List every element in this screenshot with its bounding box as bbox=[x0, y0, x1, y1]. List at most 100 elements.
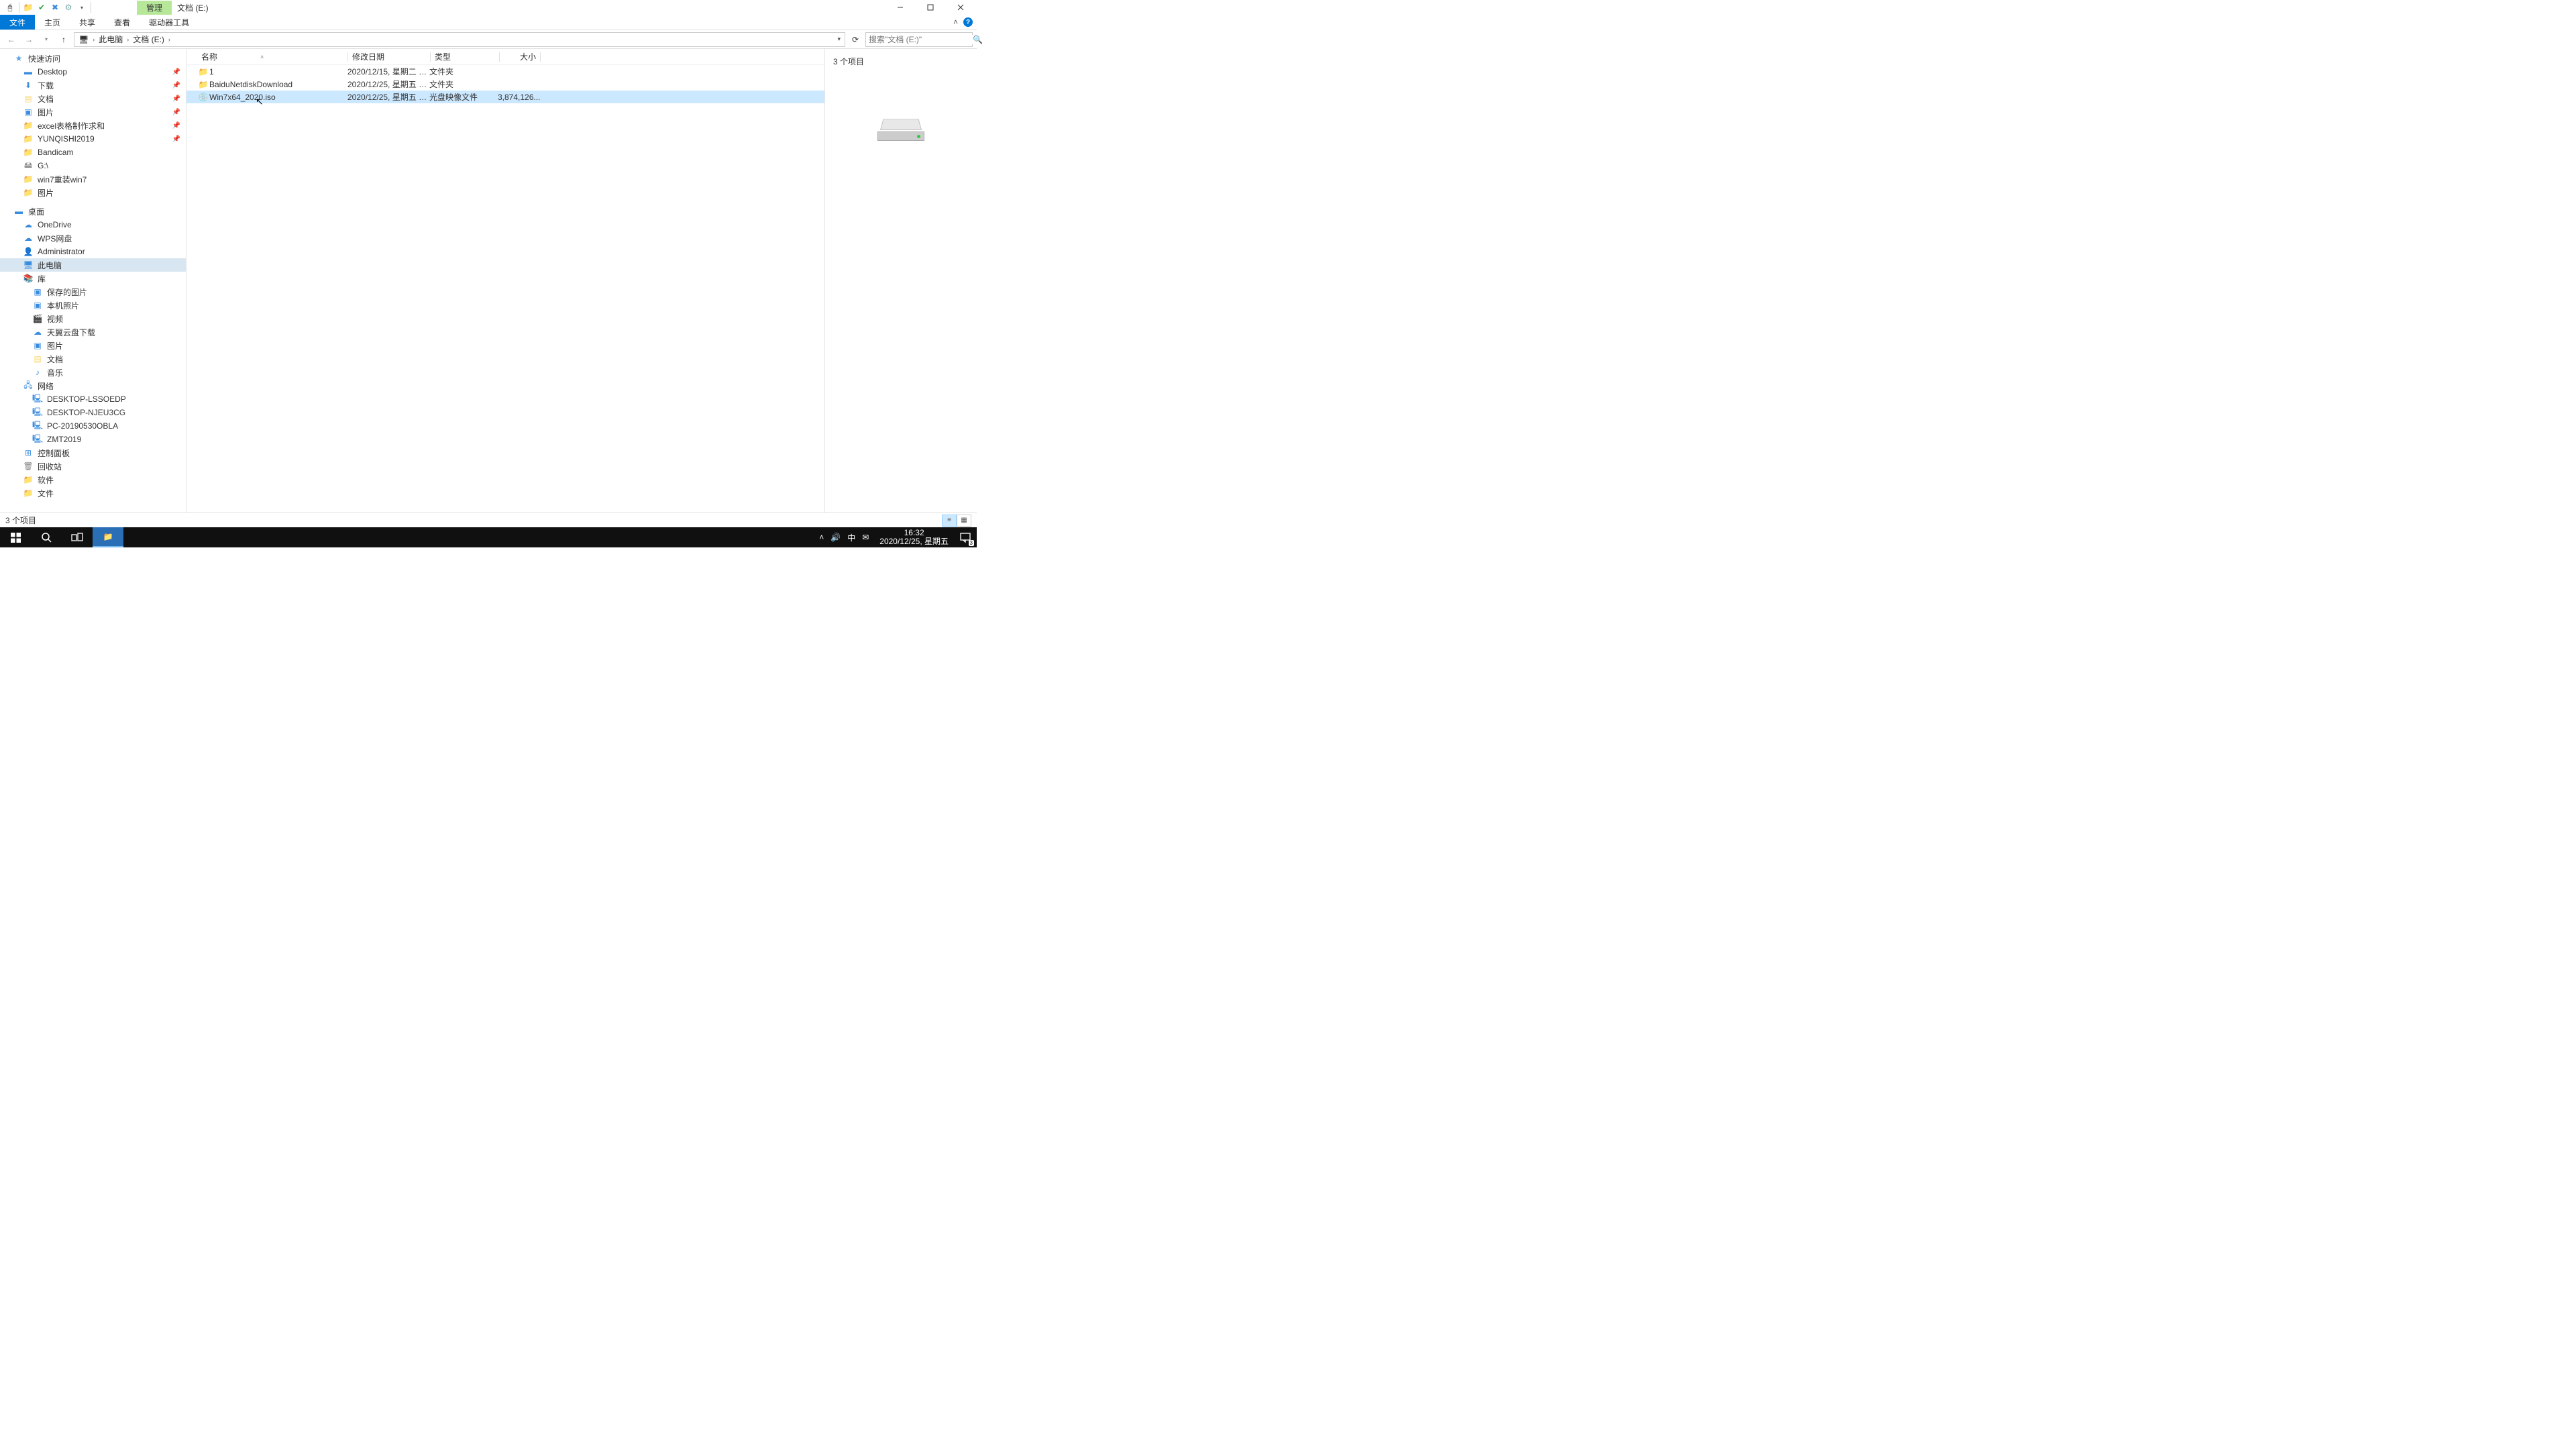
tree-item[interactable]: ▬Desktop📌 bbox=[0, 65, 186, 78]
tree-item[interactable]: ☁WPS网盘 bbox=[0, 231, 186, 245]
back-history-icon[interactable]: 🖰 bbox=[4, 1, 16, 13]
help-icon[interactable]: ? bbox=[963, 17, 973, 27]
tree-quick-access[interactable]: ★快速访问 bbox=[0, 52, 186, 65]
ribbon-tab-share[interactable]: 共享 bbox=[70, 15, 105, 30]
file-row[interactable]: 💿 Win7x64_2020.iso 2020/12/25, 星期五 1... … bbox=[186, 91, 824, 103]
tree-item[interactable]: 🖳DESKTOP-NJEU3CG bbox=[0, 406, 186, 419]
clock-date: 2020/12/25, 星期五 bbox=[879, 537, 949, 546]
qat-dropdown-icon[interactable]: ▾ bbox=[76, 1, 88, 13]
taskbar-search-button[interactable] bbox=[31, 527, 62, 547]
video-icon: 🎬 bbox=[32, 313, 43, 324]
refresh-button[interactable]: ⟳ bbox=[848, 35, 863, 44]
column-type[interactable]: 类型 bbox=[431, 51, 499, 62]
pin-icon: 📌 bbox=[172, 82, 180, 89]
start-button[interactable] bbox=[0, 527, 31, 547]
close-button[interactable] bbox=[945, 0, 975, 15]
tree-this-pc[interactable]: 🖥此电脑 bbox=[0, 258, 186, 272]
tree-desktop[interactable]: ▬桌面 bbox=[0, 205, 186, 218]
preview-pane: 3 个项目 bbox=[825, 49, 977, 513]
file-name: Win7x64_2020.iso bbox=[209, 93, 347, 102]
volume-icon[interactable]: 🔊 bbox=[830, 533, 841, 542]
ribbon-collapse-icon[interactable]: ˄ bbox=[953, 17, 958, 27]
column-date[interactable]: 修改日期 bbox=[348, 51, 430, 62]
view-details-button[interactable]: ≡ bbox=[942, 515, 957, 527]
tree-item[interactable]: 🎬视频 bbox=[0, 312, 186, 325]
tree-item[interactable]: ▣保存的图片 bbox=[0, 285, 186, 299]
search-box[interactable]: 🔍 bbox=[865, 32, 973, 47]
task-view-button[interactable] bbox=[62, 527, 93, 547]
breadcrumb-segment[interactable]: 此电脑 bbox=[96, 34, 125, 45]
file-row[interactable]: 📁 1 2020/12/15, 星期二 1... 文件夹 bbox=[186, 65, 824, 78]
tree-item[interactable]: ▣图片📌 bbox=[0, 105, 186, 119]
ribbon-tab-file[interactable]: 文件 bbox=[0, 15, 35, 30]
tree-item[interactable]: ▣本机照片 bbox=[0, 299, 186, 312]
check-icon[interactable]: ✔ bbox=[36, 1, 48, 13]
taskbar-clock[interactable]: 16:32 2020/12/25, 星期五 bbox=[874, 529, 954, 546]
ribbon-tab-home[interactable]: 主页 bbox=[35, 15, 70, 30]
onedrive-icon: ☁ bbox=[23, 219, 34, 230]
tray-chevron-up-icon[interactable]: ˄ bbox=[819, 533, 824, 542]
nav-up-button[interactable]: ↑ bbox=[56, 32, 71, 47]
tree-item[interactable]: ▤文档📌 bbox=[0, 92, 186, 105]
tree-recycle-bin[interactable]: 🗑回收站 bbox=[0, 460, 186, 473]
breadcrumb-segment[interactable]: 文档 (E:) bbox=[130, 34, 167, 45]
taskbar-file-explorer[interactable]: 📁 bbox=[93, 527, 123, 547]
mail-icon[interactable]: ✉ bbox=[862, 533, 869, 542]
tree-item[interactable]: 📁图片 bbox=[0, 186, 186, 199]
file-type: 文件夹 bbox=[429, 66, 498, 77]
ime-indicator[interactable]: 中 bbox=[847, 532, 855, 543]
tree-item[interactable]: ▤文档 bbox=[0, 352, 186, 366]
column-size[interactable]: 大小 bbox=[500, 51, 540, 62]
tree-item[interactable]: ☁天翼云盘下载 bbox=[0, 325, 186, 339]
file-date: 2020/12/25, 星期五 1... bbox=[347, 78, 429, 90]
tree-item[interactable]: 🖳DESKTOP-LSSOEDP bbox=[0, 392, 186, 406]
tree-item[interactable]: ▣图片 bbox=[0, 339, 186, 352]
tree-item[interactable]: ♪音乐 bbox=[0, 366, 186, 379]
ribbon-tab-drive-tools[interactable]: 驱动器工具 bbox=[140, 15, 199, 30]
action-center-button[interactable]: 3 bbox=[954, 527, 977, 547]
nav-back-button[interactable]: ← bbox=[4, 32, 19, 47]
minimize-button[interactable] bbox=[885, 0, 915, 15]
taskbar: 📁 ˄ 🔊 中 ✉ 16:32 2020/12/25, 星期五 3 bbox=[0, 527, 977, 547]
chevron-right-icon[interactable]: › bbox=[91, 36, 96, 43]
nav-forward-button[interactable]: → bbox=[21, 32, 36, 47]
tree-item[interactable]: 🖳ZMT2019 bbox=[0, 433, 186, 446]
tree-item[interactable]: 📁excel表格制作求和📌 bbox=[0, 119, 186, 132]
tree-item[interactable]: 📁YUNQISHI2019📌 bbox=[0, 132, 186, 146]
folder-icon: 📁 bbox=[197, 80, 209, 89]
search-input[interactable] bbox=[869, 35, 973, 44]
address-dropdown-icon[interactable]: ▾ bbox=[835, 36, 843, 43]
chevron-right-icon[interactable]: › bbox=[167, 36, 172, 43]
pc-icon[interactable]: 🖥 bbox=[76, 35, 91, 44]
address-bar[interactable]: 🖥 › 此电脑 › 文档 (E:) › ▾ bbox=[74, 32, 845, 47]
tree-item[interactable]: 🖴G:\ bbox=[0, 159, 186, 172]
ribbon-tab-view[interactable]: 查看 bbox=[105, 15, 140, 30]
tree-item[interactable]: ☁OneDrive bbox=[0, 218, 186, 231]
tree-item[interactable]: ⬇下载📌 bbox=[0, 78, 186, 92]
ribbon-context-tab[interactable]: 管理 bbox=[137, 1, 172, 15]
tree-item[interactable]: 📁文件 bbox=[0, 486, 186, 500]
column-name[interactable]: 名称˄ bbox=[197, 51, 347, 62]
folder-icon: 📁 bbox=[197, 67, 209, 76]
navigation-pane[interactable]: ★快速访问 ▬Desktop📌 ⬇下载📌 ▤文档📌 ▣图片📌 📁excel表格制… bbox=[0, 49, 186, 513]
maximize-button[interactable] bbox=[915, 0, 945, 15]
open-folder-icon[interactable]: 📁 bbox=[22, 1, 34, 13]
tree-item[interactable]: 📁win7重装win7 bbox=[0, 172, 186, 186]
status-text: 3 个项目 bbox=[5, 515, 36, 526]
system-tray[interactable]: ˄ 🔊 中 ✉ bbox=[814, 532, 874, 543]
tree-control-panel[interactable]: ⊞控制面板 bbox=[0, 446, 186, 460]
tree-network[interactable]: 🖧网络 bbox=[0, 379, 186, 392]
close-x-icon[interactable]: ✖ bbox=[49, 1, 61, 13]
tree-libraries[interactable]: 📚库 bbox=[0, 272, 186, 285]
settings-gear-icon[interactable]: ⚙ bbox=[62, 1, 74, 13]
view-large-icons-button[interactable]: ▦ bbox=[957, 515, 971, 527]
chevron-right-icon[interactable]: › bbox=[125, 36, 130, 43]
file-row[interactable]: 📁 BaiduNetdiskDownload 2020/12/25, 星期五 1… bbox=[186, 78, 824, 91]
tree-item[interactable]: 🖳PC-20190530OBLA bbox=[0, 419, 186, 433]
picture-icon: ▣ bbox=[23, 107, 34, 117]
search-icon[interactable]: 🔍 bbox=[973, 35, 983, 44]
nav-recent-dropdown[interactable]: ▾ bbox=[39, 32, 54, 47]
tree-item[interactable]: 📁软件 bbox=[0, 473, 186, 486]
tree-item[interactable]: 📁Bandicam bbox=[0, 146, 186, 159]
tree-item[interactable]: 👤Administrator bbox=[0, 245, 186, 258]
